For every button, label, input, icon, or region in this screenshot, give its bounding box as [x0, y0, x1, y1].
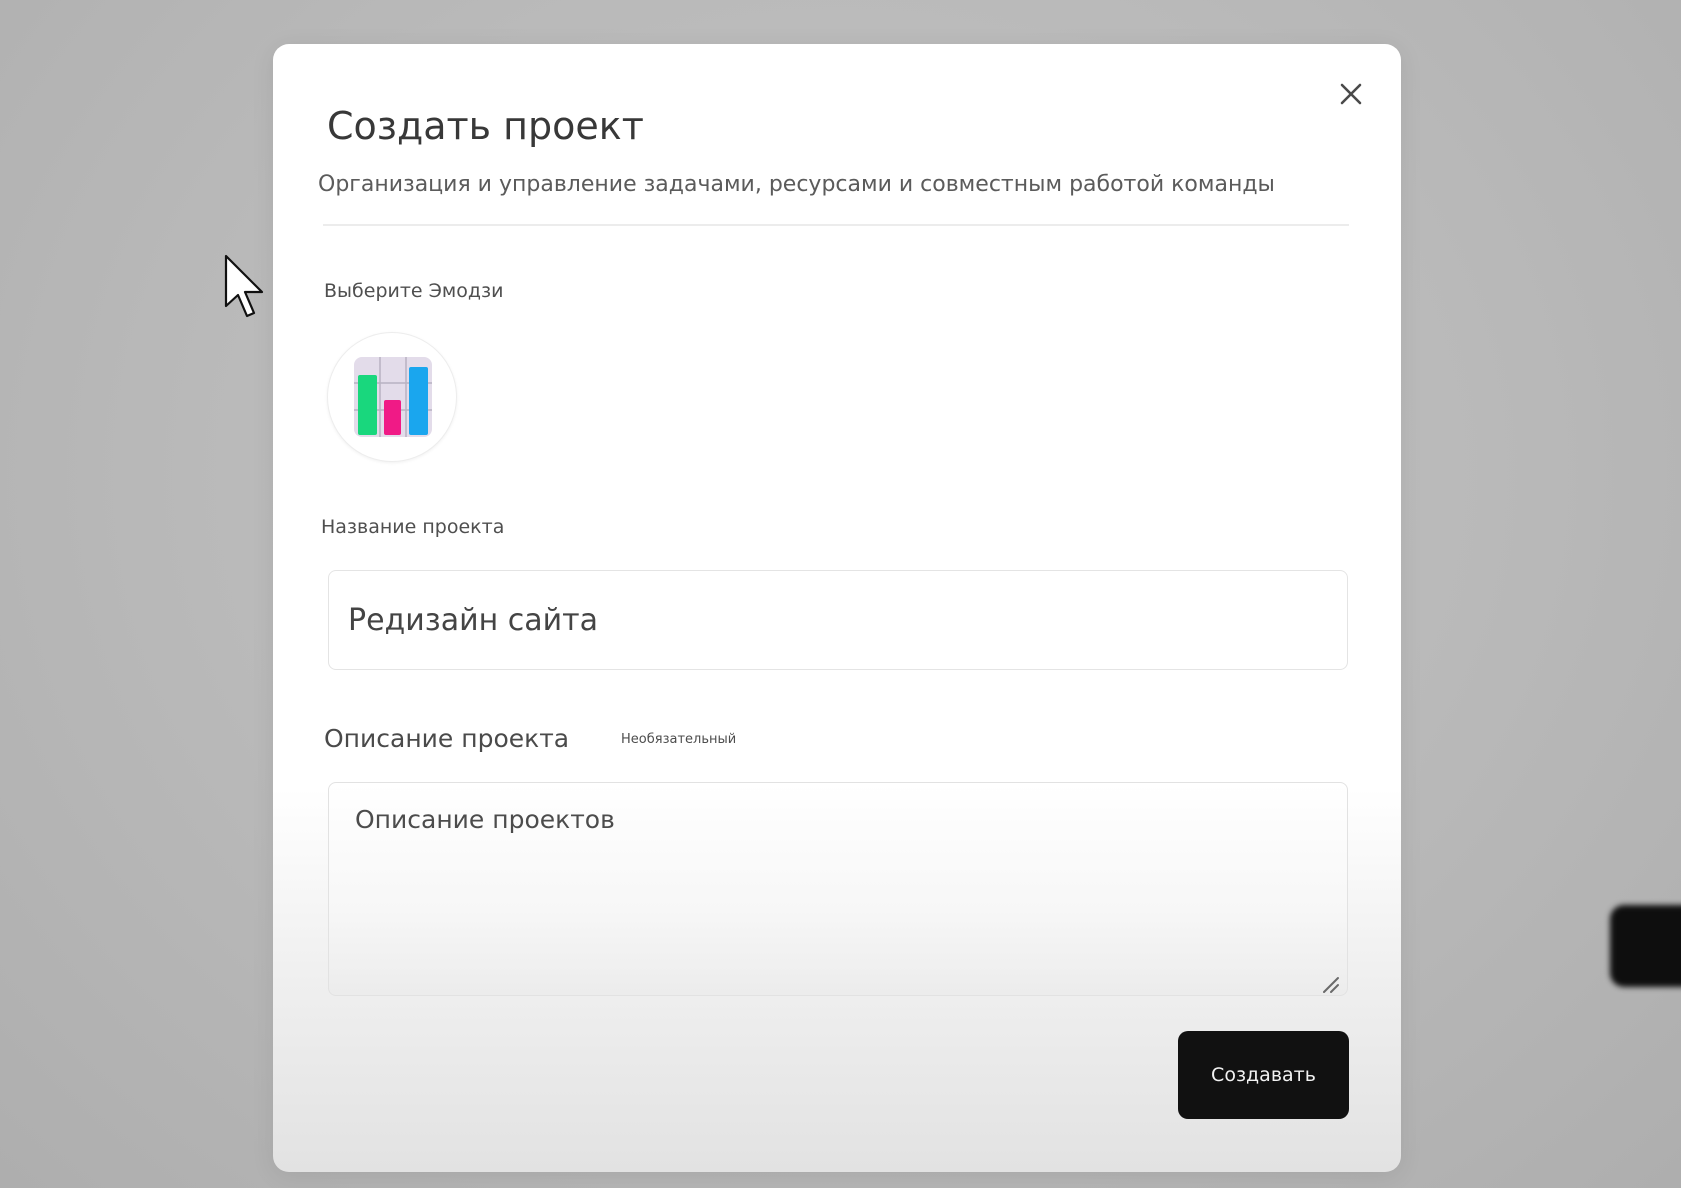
close-icon: [1340, 83, 1362, 105]
project-description-textarea[interactable]: [328, 782, 1348, 996]
create-button[interactable]: Создавать: [1178, 1031, 1349, 1119]
project-name-label: Название проекта: [321, 516, 505, 538]
close-button[interactable]: [1331, 74, 1371, 114]
modal-subtitle: Организация и управление задачами, ресур…: [318, 172, 1275, 197]
modal-title: Создать проект: [327, 104, 644, 148]
resize-handle-icon[interactable]: [1320, 974, 1340, 994]
background-button: [1610, 905, 1681, 987]
divider: [323, 224, 1349, 226]
emoji-label: Выберите Эмодзи: [324, 280, 504, 302]
project-description-label: Описание проекта: [324, 724, 570, 753]
optional-tag: Необязательный: [621, 732, 737, 747]
project-name-input[interactable]: [328, 570, 1348, 670]
bar-chart-emoji-icon: [354, 357, 432, 437]
mouse-cursor-icon: [224, 254, 264, 318]
emoji-picker-button[interactable]: [327, 332, 457, 462]
create-project-modal: Создать проект Организация и управление …: [273, 44, 1401, 1172]
